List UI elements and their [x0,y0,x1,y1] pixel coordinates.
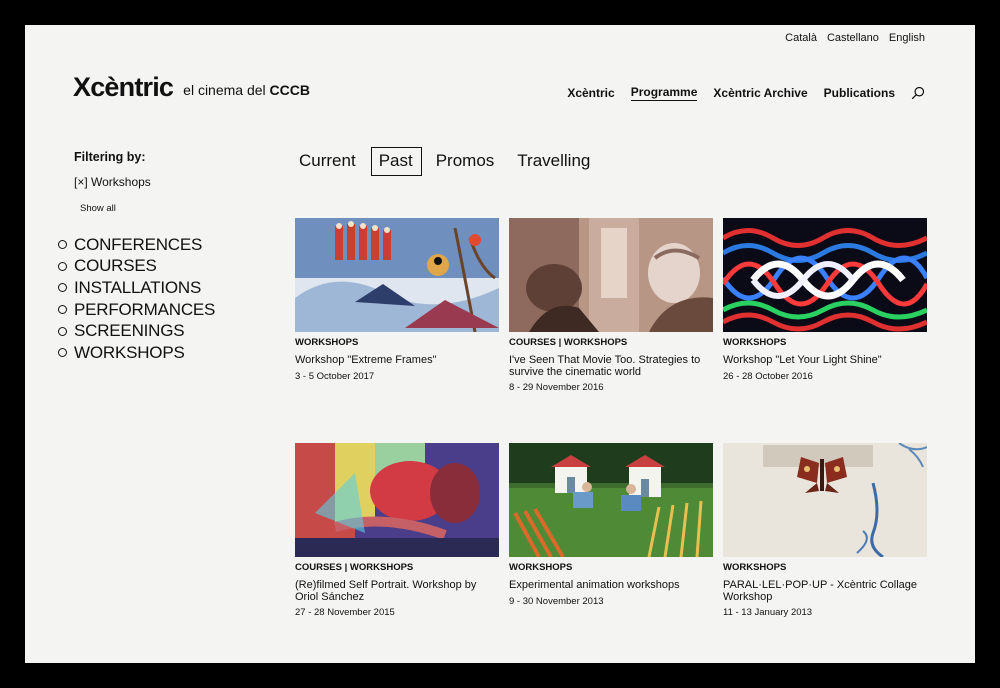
programme-card[interactable]: COURSES | WORKSHOPS I've Seen That Movie… [509,218,713,393]
category-screenings[interactable]: Screenings [58,320,215,342]
category-label: Installations [74,277,202,297]
radio-icon [58,326,67,336]
radio-icon [58,348,67,358]
card-title[interactable]: Workshop "Extreme Frames" [295,354,499,367]
card-category: WORKSHOPS [295,337,359,348]
language-switcher: Català Castellano English [785,32,925,44]
tab-current[interactable]: Current [291,147,365,176]
card-date: 9 - 30 November 2013 [509,595,604,607]
tab-past[interactable]: Past [370,147,422,176]
card-thumbnail[interactable] [509,443,713,557]
category-label: Performances [74,299,216,319]
site-logo[interactable]: Xcèntric el cinema del CCCB [73,73,310,101]
radio-icon [58,261,67,271]
lang-castellano-link[interactable]: Castellano [827,32,879,44]
category-filter-list: Conferences Courses Installations Perfor… [58,234,215,364]
main-nav: Xcèntric Programme Xcèntric Archive Publ… [551,85,925,101]
card-title[interactable]: Workshop "Let Your Light Shine" [723,354,927,367]
category-label: Conferences [74,234,203,254]
lang-catala-link[interactable]: Català [785,32,817,44]
card-thumbnail[interactable] [295,443,499,557]
logo-tagline-bold: CCCB [269,82,310,98]
card-category: WORKSHOPS [509,562,573,573]
filter-title: Filtering by: [74,150,146,164]
search-icon[interactable] [911,86,925,100]
nav-xcentric[interactable]: Xcèntric [567,86,614,101]
active-filter-remove[interactable]: [×] Workshops [74,175,151,189]
card-category: COURSES | WORKSHOPS [295,562,414,573]
category-label: Courses [74,256,157,276]
category-installations[interactable]: Installations [58,277,215,299]
radio-icon [58,240,67,250]
card-date: 27 - 28 November 2015 [295,607,395,618]
tab-travelling[interactable]: Travelling [509,147,599,176]
radio-icon [58,305,67,315]
programme-card[interactable]: WORKSHOPS Experimental animation worksho… [509,443,713,607]
programme-card[interactable]: COURSES | WORKSHOPS (Re)filmed Self Port… [295,443,499,618]
card-date: 26 - 28 October 2016 [723,370,813,382]
logo-tagline-prefix: el cinema del [183,82,266,98]
nav-archive[interactable]: Xcèntric Archive [713,86,807,101]
category-workshops[interactable]: Workshops [58,342,215,364]
show-all-link[interactable]: Show all [80,203,116,214]
logo-mark: Xcèntric [73,72,174,102]
card-thumbnail[interactable] [723,218,927,332]
nav-publications[interactable]: Publications [824,86,895,101]
programme-card[interactable]: WORKSHOPS Workshop "Extreme Frames" 3 - … [295,218,499,382]
card-title[interactable]: I've Seen That Movie Too. Strategies to … [509,354,713,378]
radio-icon [58,283,67,293]
category-performances[interactable]: Performances [58,299,215,321]
card-title[interactable]: Experimental animation workshops [509,579,713,592]
programme-card[interactable]: WORKSHOPS PARAL·LEL·POP·UP - Xcèntric Co… [723,443,927,618]
card-date: 8 - 29 November 2016 [509,382,604,393]
card-thumbnail[interactable] [723,443,927,557]
category-label: Screenings [74,321,185,341]
lang-english-link[interactable]: English [889,32,925,44]
card-category: COURSES | WORKSHOPS [509,337,628,348]
nav-programme[interactable]: Programme [630,85,698,101]
programme-card[interactable]: WORKSHOPS Workshop "Let Your Light Shine… [723,218,927,382]
card-category: WORKSHOPS [723,337,787,348]
card-thumbnail[interactable] [295,218,499,332]
card-category: WORKSHOPS [723,562,787,573]
programme-tabs: Current Past Promos Travelling [291,147,605,176]
card-title[interactable]: (Re)filmed Self Portrait. Workshop by Or… [295,579,499,603]
tab-promos[interactable]: Promos [428,147,504,176]
card-date: 11 - 13 January 2013 [723,607,813,618]
category-conferences[interactable]: Conferences [58,234,215,256]
page: Català Castellano English Xcèntric el ci… [25,25,975,663]
card-thumbnail[interactable] [509,218,713,332]
card-date: 3 - 5 October 2017 [295,370,375,382]
logo-tagline: el cinema del CCCB [183,79,310,101]
category-label: Workshops [74,342,185,362]
category-courses[interactable]: Courses [58,256,215,278]
card-title[interactable]: PARAL·LEL·POP·UP - Xcèntric Collage Work… [723,579,927,603]
